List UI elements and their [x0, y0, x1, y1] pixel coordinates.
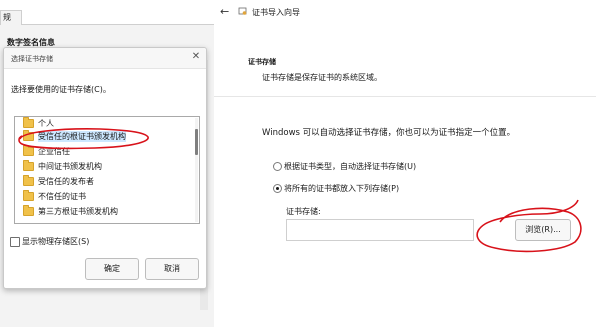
tab-strip: 规: [0, 0, 214, 25]
tree-item-label: 受信任的发布者: [38, 176, 94, 186]
folder-icon: [23, 189, 34, 201]
dialog-prompt: 选择要使用的证书存储(C)。: [11, 85, 111, 94]
close-icon[interactable]: ✕: [190, 51, 202, 63]
store-field-label: 证书存储:: [286, 207, 321, 216]
tree-item[interactable]: 不信任的证书: [23, 189, 86, 202]
tree-item[interactable]: 个人: [23, 117, 54, 129]
tree-item-label: 中间证书颁发机构: [38, 161, 102, 171]
header-divider: [214, 96, 596, 97]
browse-button[interactable]: 浏览(R)...: [515, 219, 571, 241]
tree-item-label: 个人: [38, 118, 54, 128]
folder-icon: [23, 159, 34, 171]
folder-icon: [23, 174, 34, 186]
tab-general[interactable]: 规: [0, 10, 22, 25]
cancel-button[interactable]: 取消: [145, 258, 199, 280]
store-tree[interactable]: 个人 受信任的根证书颁发机构 企业信任 中间证书颁发机构 受信任的发布者 不信任…: [14, 116, 200, 224]
info-text: Windows 可以自动选择证书存储，你也可以为证书指定一个位置。: [262, 128, 516, 138]
tree-item[interactable]: 受信任的发布者: [23, 174, 94, 187]
tree-item[interactable]: 第三方根证书颁发机构: [23, 204, 118, 217]
folder-icon: [23, 129, 34, 141]
tree-item[interactable]: 中间证书颁发机构: [23, 159, 102, 172]
tree-item-selected[interactable]: 受信任的根证书颁发机构: [23, 129, 126, 142]
tree-item-label: 企业信任: [38, 146, 70, 156]
manual-store-label[interactable]: 将所有的证书都放入下列存储(P): [284, 183, 399, 194]
section-title: 证书存储: [248, 58, 276, 66]
store-field[interactable]: [286, 219, 474, 241]
tree-scrollbar-thumb[interactable]: [195, 129, 198, 155]
folder-icon: [23, 117, 34, 128]
certificate-icon: [238, 7, 247, 15]
section-description: 证书存储是保存证书的系统区域。: [262, 73, 382, 82]
wizard-title: 证书导入向导: [252, 8, 300, 17]
folder-icon: [23, 144, 34, 156]
certificate-import-wizard: ← 证书导入向导 证书存储 证书存储是保存证书的系统区域。 Windows 可以…: [214, 0, 596, 327]
tree-item-label: 不信任的证书: [38, 191, 86, 201]
ok-button[interactable]: 确定: [85, 258, 139, 280]
auto-select-label[interactable]: 根据证书类型，自动选择证书存储(U): [284, 161, 416, 172]
auto-select-radio[interactable]: [273, 162, 282, 171]
tree-item-label: 第三方根证书颁发机构: [38, 206, 118, 216]
tree-item-label: 受信任的根证书颁发机构: [38, 130, 126, 142]
select-certificate-store-dialog: 选择证书存储 ✕ 选择要使用的证书存储(C)。 个人 受信任的根证书颁发机构 企…: [3, 47, 207, 289]
folder-icon: [23, 204, 34, 216]
tree-item[interactable]: 企业信任: [23, 144, 70, 157]
manual-store-radio[interactable]: [273, 184, 282, 193]
show-physical-stores-label[interactable]: 显示物理存储区(S): [22, 236, 89, 247]
dialog-title: 选择证书存储: [11, 55, 53, 63]
back-arrow-icon[interactable]: ←: [220, 5, 229, 18]
show-physical-stores-checkbox[interactable]: [10, 237, 20, 247]
